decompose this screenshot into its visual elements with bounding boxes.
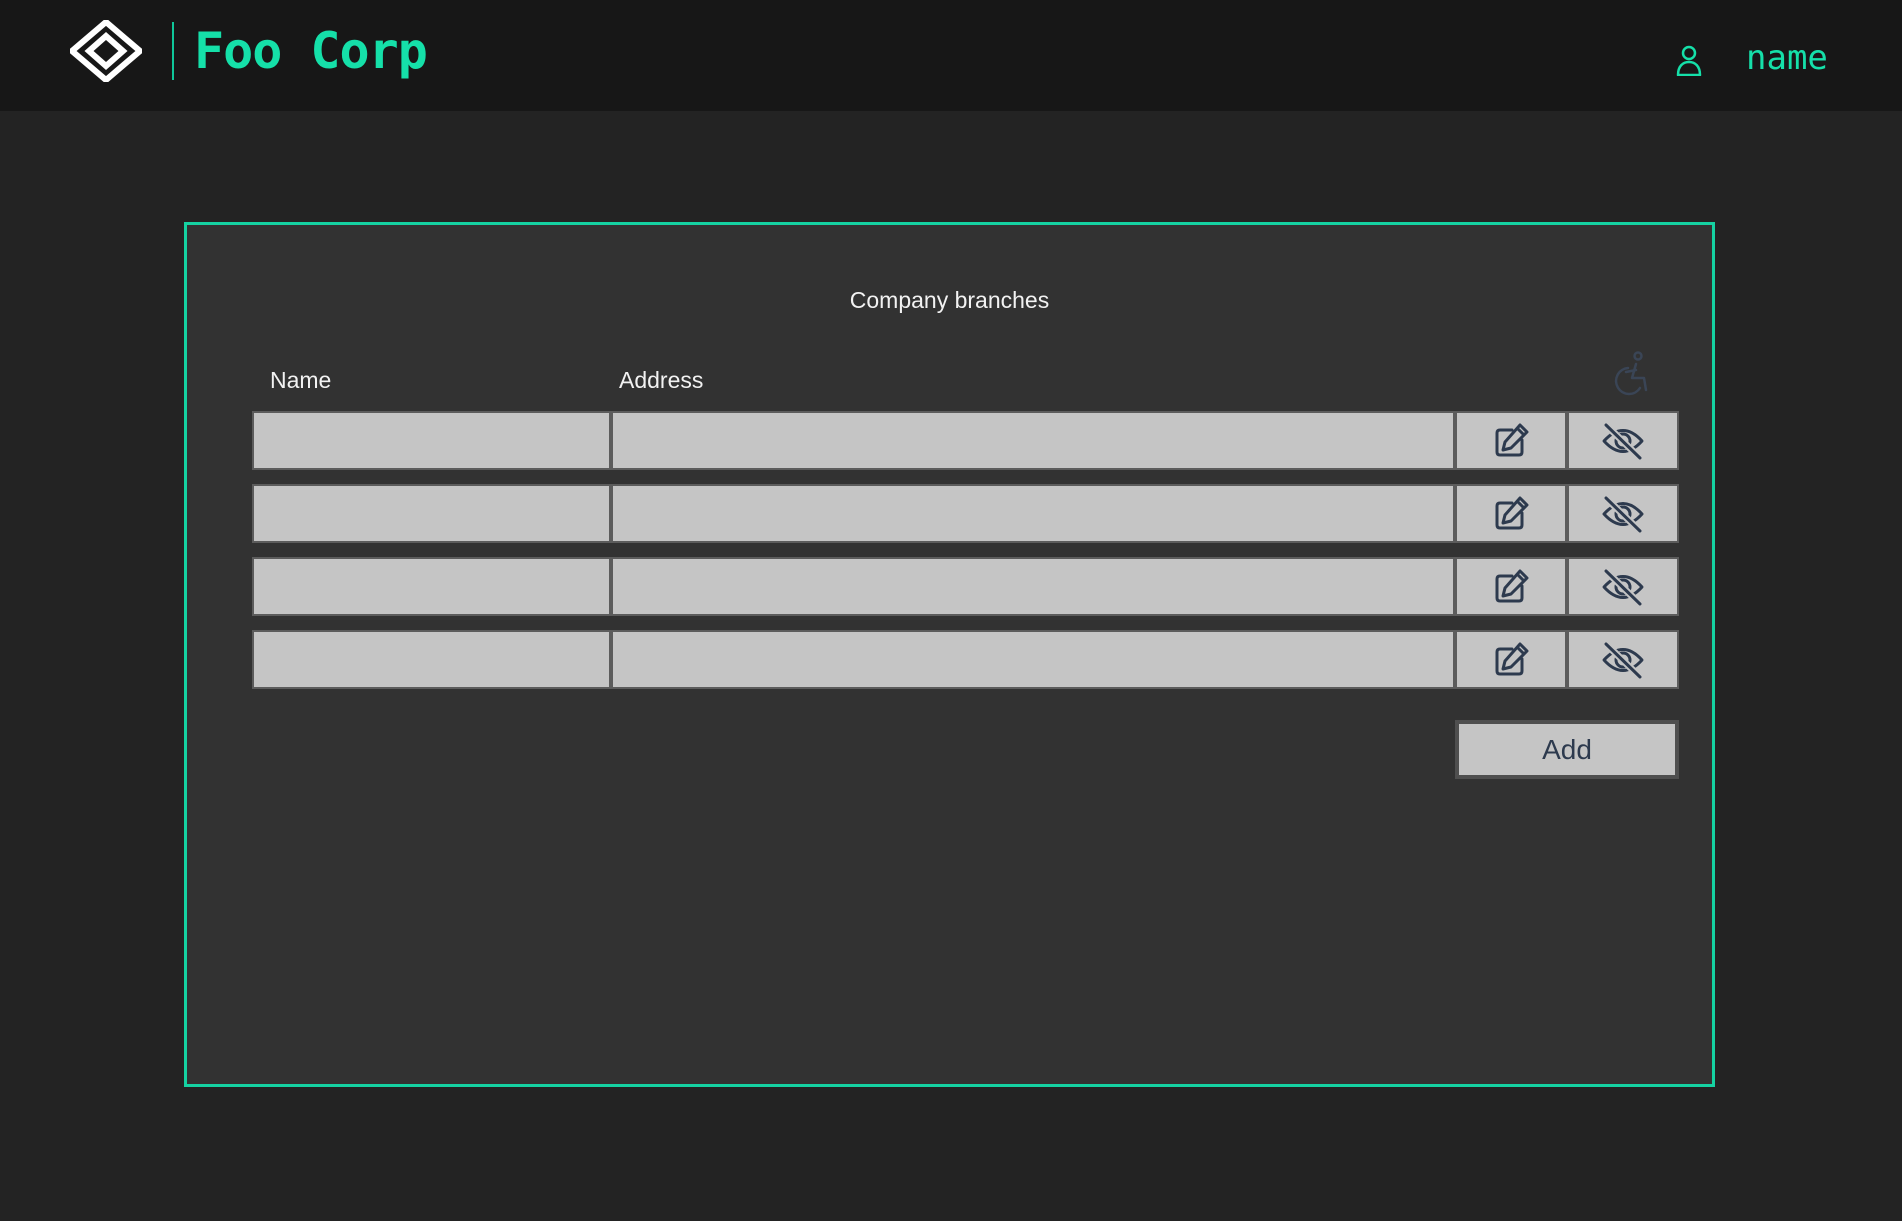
branches-table [252, 411, 1682, 703]
edit-icon [1495, 569, 1529, 602]
diamond-logo-icon[interactable] [70, 20, 142, 82]
logo-divider [172, 22, 174, 80]
address-cell [611, 411, 1455, 470]
edit-icon [1495, 423, 1529, 456]
branch-address-input[interactable] [613, 413, 1453, 468]
hide-button[interactable] [1567, 484, 1679, 543]
branch-address-input[interactable] [613, 559, 1453, 614]
eye-off-icon [1602, 494, 1644, 533]
branch-name-input[interactable] [254, 559, 609, 614]
branch-name-input[interactable] [254, 486, 609, 541]
table-row [252, 557, 1682, 616]
edit-button[interactable] [1455, 630, 1567, 689]
add-button[interactable]: Add [1455, 720, 1679, 779]
edit-icon [1495, 642, 1529, 675]
branch-name-input[interactable] [254, 413, 609, 468]
column-header-name: Name [270, 367, 332, 393]
edit-button[interactable] [1455, 484, 1567, 543]
branch-address-input[interactable] [613, 486, 1453, 541]
name-cell [252, 484, 611, 543]
edit-button[interactable] [1455, 557, 1567, 616]
column-header-address: Address [619, 367, 704, 393]
company-branches-panel: Company branches Name Address Add [184, 222, 1715, 1087]
hide-button[interactable] [1567, 411, 1679, 470]
eye-off-icon [1602, 421, 1644, 460]
branch-name-input[interactable] [254, 632, 609, 687]
name-cell [252, 557, 611, 616]
name-cell [252, 630, 611, 689]
user-icon[interactable] [1676, 44, 1702, 76]
address-cell [611, 630, 1455, 689]
top-bar: Foo Corp name [0, 0, 1902, 111]
hide-button[interactable] [1567, 557, 1679, 616]
eye-off-icon [1602, 567, 1644, 606]
eye-off-icon [1602, 640, 1644, 679]
wheelchair-icon[interactable] [1606, 350, 1650, 396]
address-cell [611, 484, 1455, 543]
address-cell [611, 557, 1455, 616]
edit-icon [1495, 496, 1529, 529]
table-row [252, 484, 1682, 543]
branch-address-input[interactable] [613, 632, 1453, 687]
hide-button[interactable] [1567, 630, 1679, 689]
table-row [252, 630, 1682, 689]
user-name[interactable]: name [1746, 36, 1828, 80]
panel-title: Company branches [849, 287, 1050, 313]
table-row [252, 411, 1682, 470]
edit-button[interactable] [1455, 411, 1567, 470]
brand-name[interactable]: Foo Corp [194, 22, 428, 80]
name-cell [252, 411, 611, 470]
